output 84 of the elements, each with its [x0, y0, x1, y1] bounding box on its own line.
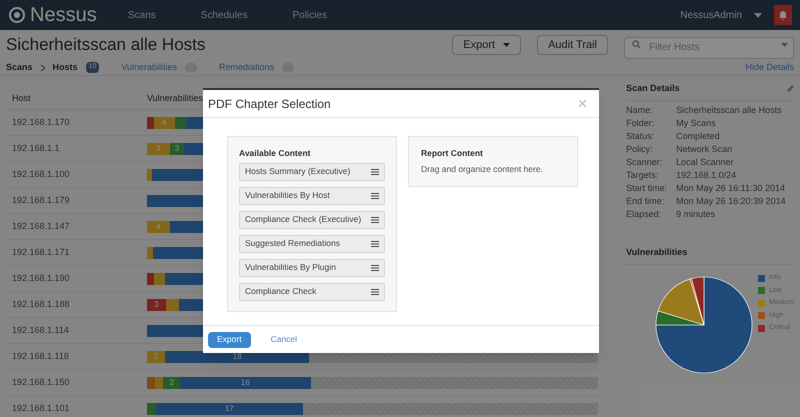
- segment-count: 3: [153, 298, 160, 310]
- field-value: Completed: [676, 130, 720, 144]
- bell-icon: [778, 10, 788, 20]
- field-label: Start time:: [626, 182, 668, 196]
- notification-button[interactable]: [774, 5, 792, 25]
- field-label: End time:: [626, 195, 666, 208]
- chapter-item[interactable]: Compliance Check (Executive): [239, 210, 385, 229]
- tab-link[interactable]: Remediations: [219, 60, 274, 74]
- panel-title: Available Content: [239, 147, 312, 160]
- audit-trail-button[interactable]: Audit Trail: [537, 35, 608, 55]
- segment-count: 2: [152, 350, 160, 362]
- field-label: Scanner:: [626, 156, 664, 170]
- panel-title: Report Content: [421, 147, 484, 160]
- page-title: Sicherheitsscan alle Hosts: [6, 34, 206, 56]
- brand-name: Nessus: [30, 5, 97, 25]
- breadcrumb-link[interactable]: Scans: [6, 60, 33, 74]
- logo-icon: [8, 6, 26, 24]
- drag-handle-icon[interactable]: [371, 216, 379, 223]
- host-cell[interactable]: 192.168.1.188: [6, 298, 147, 312]
- host-cell[interactable]: 192.168.1.118: [6, 350, 147, 364]
- chapter-item[interactable]: Suggested Remediations: [239, 234, 385, 253]
- segment-count: 16: [240, 376, 251, 388]
- host-cell[interactable]: 192.168.1.101: [6, 402, 147, 416]
- search-icon: [632, 40, 641, 49]
- user-menu[interactable]: NessusAdmin: [680, 8, 742, 22]
- segment-count: 2: [168, 376, 175, 388]
- export-button[interactable]: Export: [452, 35, 522, 55]
- export-button[interactable]: Export: [208, 332, 251, 348]
- drag-handle-icon[interactable]: [371, 168, 379, 175]
- chapter-item[interactable]: Hosts Summary (Executive): [239, 162, 385, 181]
- field-value: My Scans: [676, 117, 716, 130]
- host-cell[interactable]: 192.168.1.1: [6, 142, 147, 156]
- field-value: Mon May 26 16:20:39 2014: [676, 195, 786, 208]
- panel-hint: Drag and organize content here.: [421, 162, 544, 176]
- field-value: Network Scan: [676, 143, 732, 156]
- segment-count: 3: [174, 142, 180, 154]
- column-header[interactable]: Vulnerabilities: [147, 92, 203, 106]
- field-label: Folder:: [626, 117, 656, 130]
- field-value: Mon May 26 16:11:30 2014: [676, 182, 786, 196]
- field-label: Status:: [626, 130, 656, 144]
- field-value: 9 minutes: [676, 208, 716, 222]
- host-cell[interactable]: 192.168.1.150: [6, 376, 147, 390]
- field-label: Elapsed:: [626, 208, 662, 222]
- chevron-icon: [40, 64, 45, 70]
- cancel-button[interactable]: Cancel: [270, 333, 298, 346]
- host-cell[interactable]: 192.168.1.114: [6, 324, 147, 338]
- host-cell[interactable]: 192.168.1.171: [6, 246, 147, 260]
- field-label: Targets:: [626, 169, 660, 182]
- filter-field[interactable]: Filter Hosts: [624, 36, 794, 58]
- caret-icon[interactable]: [754, 12, 762, 18]
- tab-link[interactable]: Vulnerabilities: [121, 60, 178, 74]
- section-title: Vulnerabilities: [626, 246, 794, 265]
- chapter-item[interactable]: Vulnerabilities By Plugin: [239, 258, 385, 277]
- nav-link[interactable]: Scans: [128, 8, 156, 22]
- segment-count: 18: [232, 350, 243, 362]
- host-cell[interactable]: 192.168.1.147: [6, 220, 147, 234]
- drag-handle-icon[interactable]: [371, 240, 379, 247]
- segment-count: 3: [155, 142, 162, 154]
- chapter-item[interactable]: Vulnerabilities By Host: [239, 186, 385, 205]
- host-cell[interactable]: 192.168.1.179: [6, 194, 147, 208]
- drag-handle-icon[interactable]: [371, 288, 379, 295]
- field-label: Name:: [626, 104, 654, 118]
- host-cell[interactable]: 192.168.1.170: [6, 116, 147, 130]
- column-header[interactable]: Host: [6, 92, 147, 106]
- segment-count: 4: [155, 220, 162, 232]
- host-cell[interactable]: 192.168.1.100: [6, 168, 147, 182]
- field-value: Local Scanner: [676, 156, 734, 170]
- segment-count: 4: [160, 116, 168, 128]
- nav-link[interactable]: Schedules: [200, 8, 248, 22]
- field-value: 192.168.1.0/24: [676, 169, 736, 182]
- field-value: Sicherheitsscan alle Hosts: [676, 104, 782, 118]
- section-title: Scan Details: [626, 82, 680, 95]
- nav-link[interactable]: Policies: [292, 8, 327, 22]
- segment-count: 17: [224, 402, 235, 414]
- field-label: Policy:: [626, 143, 654, 156]
- dialog-title: PDF Chapter Selection: [208, 96, 331, 112]
- chapter-item[interactable]: Compliance Check: [239, 282, 385, 301]
- hide-details-link[interactable]: Hide Details: [745, 60, 794, 74]
- host-cell[interactable]: 192.168.1.190: [6, 272, 147, 286]
- breadcrumb-current: Hosts: [52, 60, 78, 74]
- drag-handle-icon[interactable]: [371, 264, 379, 271]
- caret-icon: [781, 43, 788, 47]
- caret-icon: [503, 43, 510, 47]
- drag-handle-icon[interactable]: [371, 192, 379, 199]
